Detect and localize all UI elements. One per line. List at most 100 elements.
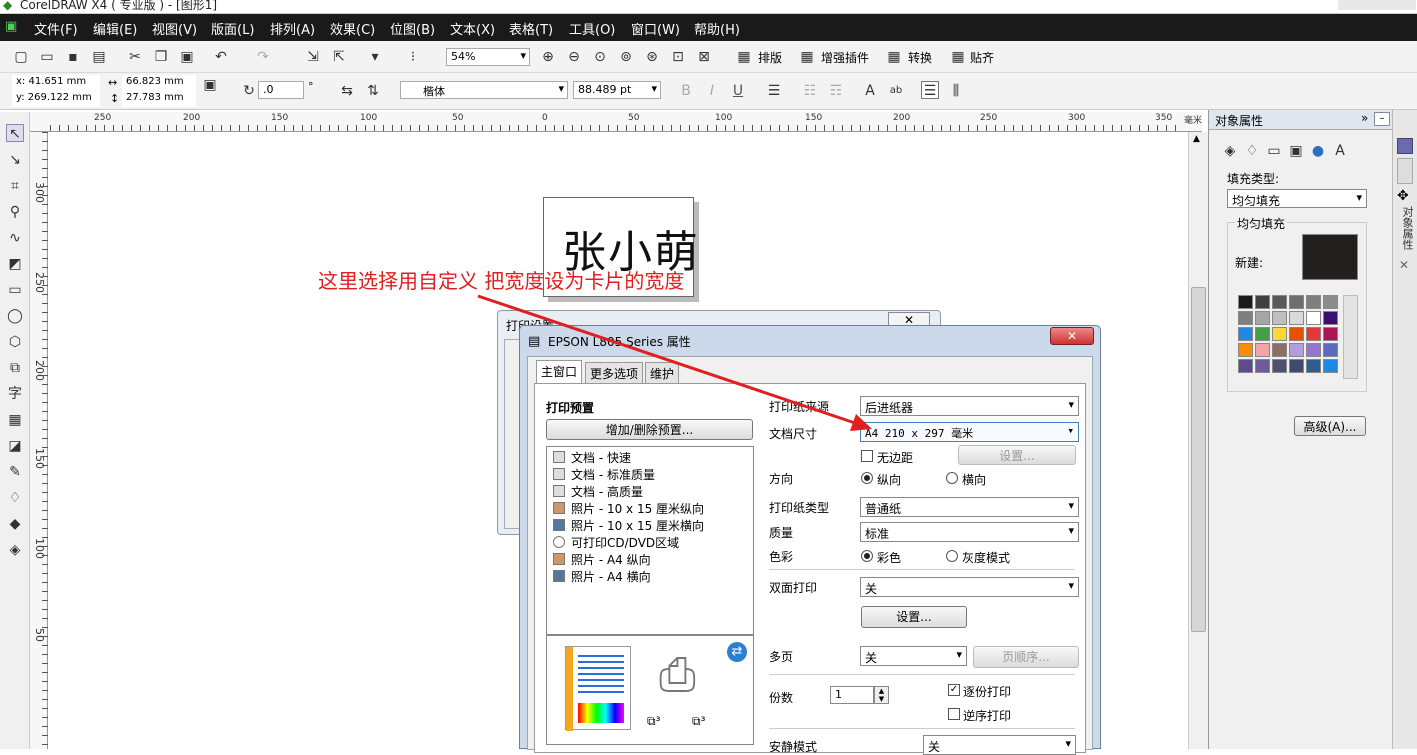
menu-bitmaps[interactable]: 位图(B) <box>390 19 435 38</box>
status-monitor-icon[interactable]: ⇄ <box>727 642 747 662</box>
page-order-button[interactable]: 页顺序... <box>973 646 1079 668</box>
vertical-ruler[interactable]: 300 250 200 150 100 50 <box>30 132 48 749</box>
rectangle-tool-icon[interactable]: ▭ <box>6 281 24 299</box>
window-controls[interactable] <box>1338 0 1416 10</box>
menu-window[interactable]: 窗口(W) <box>631 19 680 38</box>
bullet-icon[interactable]: ☷ <box>801 82 819 100</box>
horizontal-text-icon[interactable]: ☰ <box>921 81 939 99</box>
menu-edit[interactable]: 编辑(E) <box>93 19 137 38</box>
menu-layout[interactable]: 版面(L) <box>211 19 254 38</box>
lock-ratio-icon[interactable]: ▣ <box>201 76 219 94</box>
palette-swatch[interactable] <box>1255 311 1270 325</box>
import-icon[interactable]: ⇲ <box>304 48 322 66</box>
duplex-select[interactable]: 关 <box>860 577 1079 597</box>
scroll-up-icon[interactable]: ▲ <box>1193 134 1200 144</box>
angle-field[interactable]: .0 <box>258 81 304 99</box>
vertical-scrollbar[interactable]: ▲ <box>1188 132 1208 749</box>
height-field[interactable]: 27.783 mm <box>122 91 196 107</box>
mirror-h-icon[interactable]: ⇆ <box>338 82 356 100</box>
open-icon[interactable]: ▭ <box>38 48 56 66</box>
menu-effects[interactable]: 效果(C) <box>330 19 375 38</box>
list-item[interactable]: 照片 - A4 纵向 <box>553 551 651 568</box>
edit-text-icon[interactable]: ab <box>887 82 905 100</box>
palette-swatch[interactable] <box>1289 311 1304 325</box>
zoom-page-icon[interactable]: ⊛ <box>643 48 661 66</box>
palette-swatch[interactable] <box>1255 327 1270 341</box>
polygon-tool-icon[interactable]: ⬡ <box>6 333 24 351</box>
eyedropper-icon[interactable]: ✎ <box>6 463 24 481</box>
shape-tool-icon[interactable]: ↘ <box>6 151 24 169</box>
underline-icon[interactable]: U <box>729 82 747 100</box>
fill-tool-icon[interactable]: ◆ <box>6 515 24 533</box>
paiban-button[interactable]: 排版 <box>758 49 782 66</box>
interactive-tool-icon[interactable]: ◪ <box>6 437 24 455</box>
copies-field[interactable]: 1 <box>830 686 874 704</box>
align-icon[interactable]: ☰ <box>765 82 783 100</box>
color-radio[interactable] <box>861 550 873 562</box>
tab-main[interactable]: 主窗口 <box>536 360 583 384</box>
ellipse-tool-icon[interactable]: ◯ <box>6 307 24 325</box>
palette-swatch[interactable] <box>1272 343 1287 357</box>
freehand-tool-icon[interactable]: ∿ <box>6 229 24 247</box>
palette-swatch[interactable] <box>1323 359 1338 373</box>
palette-swatch[interactable] <box>1323 311 1338 325</box>
paper-source-select[interactable]: 后进纸器 <box>860 396 1079 416</box>
redo-icon[interactable]: ↷ <box>254 48 272 66</box>
zoom-in-icon[interactable]: ⊕ <box>539 48 557 66</box>
convert-button[interactable]: 转换 <box>908 49 932 66</box>
palette-swatch[interactable] <box>1323 327 1338 341</box>
zoom-tool-icon[interactable]: ⚲ <box>6 203 24 221</box>
pick-tool-icon[interactable]: ↖ <box>6 124 24 142</box>
menu-text[interactable]: 文本(X) <box>450 19 495 38</box>
scrollbar-thumb[interactable] <box>1191 287 1206 632</box>
docker-tab-blank[interactable] <box>1397 158 1413 184</box>
docker-minimize-icon[interactable]: – <box>1374 112 1390 126</box>
export-icon[interactable]: ⇱ <box>330 48 348 66</box>
fill-type-select[interactable]: 均匀填充 <box>1227 189 1367 208</box>
palette-swatch[interactable] <box>1255 343 1270 357</box>
palette-swatch[interactable] <box>1238 359 1253 373</box>
palette-swatch[interactable] <box>1289 327 1304 341</box>
collate-checkbox[interactable]: ✓ <box>948 684 960 696</box>
palette-swatch[interactable] <box>1289 295 1304 309</box>
new-icon[interactable]: ▢ <box>12 48 30 66</box>
list-item[interactable]: 照片 - 10 x 15 厘米纵向 <box>553 500 704 517</box>
internet-tab-icon[interactable]: ● <box>1309 142 1327 160</box>
palette-swatch[interactable] <box>1238 295 1253 309</box>
palette-swatch[interactable] <box>1272 295 1287 309</box>
list-item[interactable]: 可打印CD/DVD区域 <box>553 534 679 551</box>
quality-select[interactable]: 标准 <box>860 522 1079 542</box>
palette-swatch[interactable] <box>1272 359 1287 373</box>
palette-swatch[interactable] <box>1238 343 1253 357</box>
zoom-all-icon[interactable]: ⊚ <box>617 48 635 66</box>
palette-swatch[interactable] <box>1306 343 1321 357</box>
tab-maintenance[interactable]: 维护 <box>645 362 680 383</box>
list-item[interactable]: 照片 - A4 横向 <box>553 568 651 585</box>
quiet-mode-select[interactable]: 关 <box>923 735 1076 755</box>
text-tab-icon[interactable]: A <box>1331 142 1349 160</box>
menu-tools[interactable]: 工具(O) <box>569 19 615 38</box>
bitmap-tab-icon[interactable]: ▣ <box>1287 142 1305 160</box>
bold-icon[interactable]: B <box>677 82 695 100</box>
preset-list[interactable]: 文档 - 快速 文档 - 标准质量 文档 - 高质量 照片 - 10 x 15 … <box>546 446 754 635</box>
palette-swatch[interactable] <box>1272 311 1287 325</box>
save-icon[interactable]: ▪ <box>64 48 82 66</box>
horizontal-ruler[interactable]: 250 200 150 100 50 0 50 100 150 200 250 … <box>30 112 1202 132</box>
docker-tab-color-icon[interactable] <box>1397 138 1413 154</box>
palette-scrollbar[interactable] <box>1343 295 1358 379</box>
docker-tab-label[interactable]: 对象属性 <box>1399 206 1415 250</box>
font-select[interactable]: 楷体 <box>400 81 568 99</box>
portrait-radio[interactable] <box>861 472 873 484</box>
tab-more-options[interactable]: 更多选项 <box>585 362 644 383</box>
landscape-radio[interactable] <box>946 472 958 484</box>
dropcap-icon[interactable]: ☶ <box>827 82 845 100</box>
list-item[interactable]: 文档 - 快速 <box>553 449 631 466</box>
vertical-text-icon[interactable]: ⫼ <box>947 82 965 100</box>
borderless-settings-button[interactable]: 设置... <box>958 445 1076 465</box>
menu-table[interactable]: 表格(T) <box>509 19 553 38</box>
paste-icon[interactable]: ▣ <box>178 48 196 66</box>
italic-icon[interactable]: I <box>703 82 721 100</box>
fill-tab-icon[interactable]: ◈ <box>1221 142 1239 160</box>
crop-tool-icon[interactable]: ⌗ <box>6 177 24 195</box>
palette-swatch[interactable] <box>1306 311 1321 325</box>
